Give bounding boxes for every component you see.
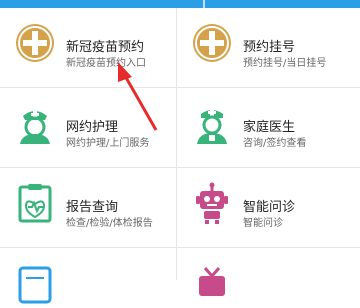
partial-tile-left[interactable] [0,248,176,304]
tile-subtitle: 检查/检验/体检报告 [66,218,153,229]
tile-title: 网约护理 [66,120,119,135]
nurse-icon [20,111,50,144]
online-nursing-tile[interactable]: 网约护理 网约护理/上门服务 [0,88,176,167]
tile-subtitle: 智能问诊 [243,218,283,229]
tile-title: 智能问诊 [243,200,296,215]
tile-subtitle: 新冠疫苗预约入口 [66,58,146,69]
family-doctor-tile[interactable]: 家庭医生 咨询/签约查看 [177,88,353,167]
tile-subtitle: 预约挂号/当日挂号 [243,58,327,69]
registration-tile[interactable]: 预约挂号 预约挂号/当日挂号 [177,8,353,87]
tile-title: 预约挂号 [243,40,296,55]
tile-subtitle: 网约护理/上门服务 [66,138,150,149]
top-bar [0,0,360,8]
document-icon [18,266,52,304]
vaccine-appointment-tile[interactable]: 新冠疫苗预约 新冠疫苗预约入口 [0,8,176,87]
service-grid: 新冠疫苗预约 新冠疫苗预约入口 预约挂号 预约挂号/当日挂号 网约护理 网约护理… [0,8,360,304]
tv-icon [199,267,225,296]
report-icon [18,184,52,223]
tile-title: 报告查询 [66,200,119,215]
plus-circle-icon [16,24,54,62]
robot-icon [196,182,228,224]
smart-consult-tile[interactable]: 智能问诊 智能问诊 [177,168,353,247]
tile-title: 新冠疫苗预约 [66,40,145,55]
tile-subtitle: 咨询/签约查看 [243,138,307,149]
doctor-icon [197,109,227,144]
plus-circle-icon [193,24,231,62]
tile-title: 家庭医生 [243,120,296,135]
partial-tile-right[interactable] [177,248,353,296]
report-query-tile[interactable]: 报告查询 检查/检验/体检报告 [0,168,176,247]
